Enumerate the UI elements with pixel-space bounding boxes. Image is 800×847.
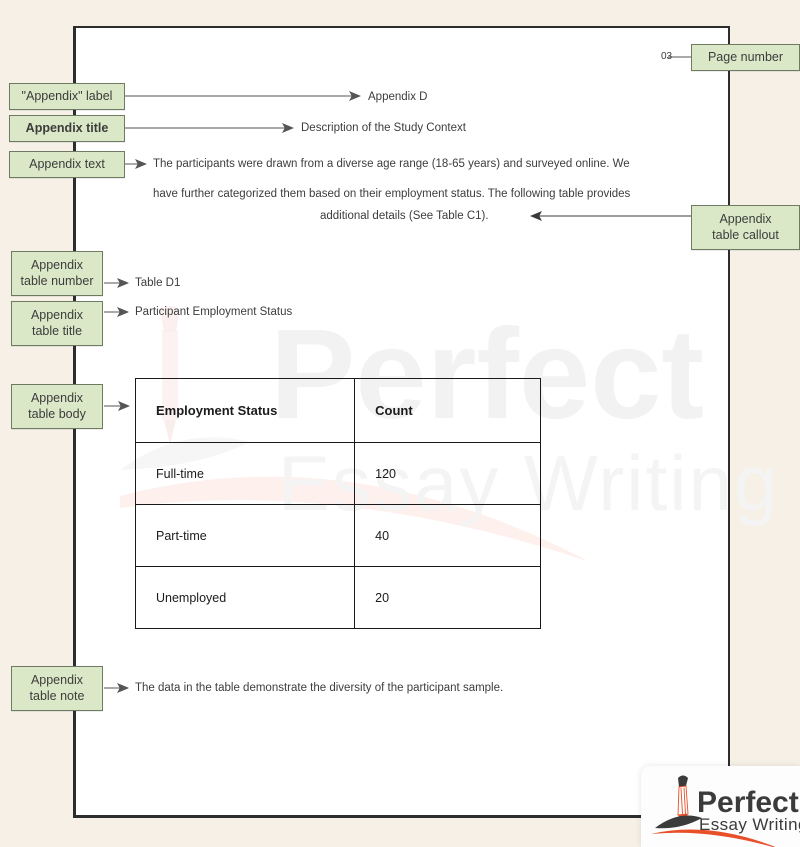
- appendix-title-text: Description of the Study Context: [301, 122, 466, 134]
- table-cell-status: Full-time: [134, 442, 356, 505]
- table-header-cell: Employment Status: [134, 378, 356, 443]
- table-row: Full-time 120: [134, 442, 541, 505]
- annotation-table-note-line1: Appendix: [30, 672, 84, 687]
- appendix-data-table: Employment Status Count Full-time 120 Pa…: [134, 378, 541, 629]
- annotation-table-callout-line1: Appendix: [719, 211, 772, 226]
- annotation-table-body-line1: Appendix: [30, 390, 84, 405]
- page-number-value: 03: [661, 51, 673, 62]
- annotation-appendix-title: Appendix title: [9, 115, 125, 142]
- annotation-table-note: Appendix table note: [11, 666, 103, 711]
- table-cell-status: Unemployed: [134, 566, 356, 629]
- appendix-body-line-1: The participants were drawn from a diver…: [153, 158, 630, 170]
- appendix-table-number-text: Table D1: [135, 277, 181, 289]
- table-cell-count: 40: [354, 504, 541, 567]
- table-cell-count: 120: [354, 442, 541, 505]
- table-header-cell: Count: [354, 378, 541, 443]
- appendix-label-text: Appendix D: [368, 91, 428, 103]
- appendix-table-title-text: Participant Employment Status: [135, 306, 293, 318]
- table-cell-status: Part-time: [134, 504, 356, 567]
- annotation-table-title: Appendix table title: [11, 301, 103, 346]
- annotation-table-title-line2: table title: [31, 323, 83, 338]
- table-row: Unemployed 20: [134, 566, 541, 629]
- annotation-table-number: Appendix table number: [11, 251, 103, 296]
- brand-logo-card: Perfect Essay Writing: [641, 766, 800, 847]
- annotation-table-callout-line2: table callout: [712, 227, 779, 242]
- annotation-table-body-line2: table body: [28, 406, 86, 421]
- annotation-table-title-line1: Appendix: [30, 307, 84, 322]
- annotation-table-number-line2: table number: [20, 273, 94, 288]
- annotation-page-number: Page number: [691, 44, 800, 71]
- annotation-appendix-label: "Appendix" label: [9, 83, 125, 110]
- table-cell-count: 20: [354, 566, 541, 629]
- table-row: Part-time 40: [134, 504, 541, 567]
- appendix-table-note-text: The data in the table demonstrate the di…: [135, 682, 504, 694]
- annotation-appendix-text: Appendix text: [9, 151, 125, 178]
- annotation-table-number-line1: Appendix: [30, 257, 84, 272]
- annotation-table-body: Appendix table body: [11, 384, 103, 429]
- annotation-table-callout: Appendix table callout: [691, 205, 800, 250]
- table-header-row: Employment Status Count: [134, 378, 541, 443]
- appendix-body-line-3: additional details (See Table C1).: [320, 210, 489, 222]
- logo-secondary-text: Essay Writing: [699, 815, 800, 834]
- annotation-table-note-line2: table note: [29, 688, 85, 703]
- appendix-body-line-2: have further categorized them based on t…: [153, 188, 631, 200]
